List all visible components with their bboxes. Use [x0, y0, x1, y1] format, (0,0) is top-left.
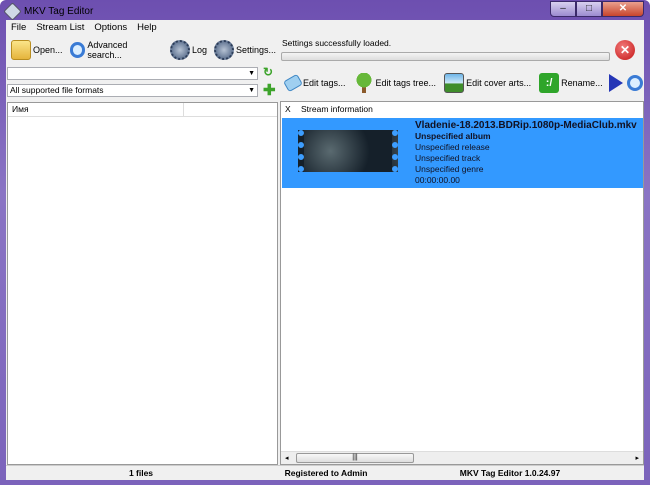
track: Unspecified track: [415, 153, 481, 163]
advanced-search-label: Advanced search...: [87, 39, 128, 60]
scroll-left-icon[interactable]: ◂: [285, 454, 289, 462]
tag-icon: [283, 73, 303, 93]
video-thumbnail: [298, 130, 398, 172]
edit-tags-tree-button[interactable]: Edit tags tree...: [352, 70, 439, 96]
edit-tags-button[interactable]: Edit tags...: [283, 70, 348, 96]
picture-icon: [444, 73, 465, 93]
path-combo[interactable]: ▼: [7, 67, 258, 80]
album: Unspecified album: [415, 131, 491, 141]
file-list[interactable]: Имя: [7, 102, 278, 465]
rename-label: Rename...: [561, 78, 603, 88]
stream-row[interactable]: Vladenie-18.2013.BDRip.1080p-MediaClub.m…: [282, 118, 643, 188]
stop-icon[interactable]: ✕: [615, 40, 635, 60]
magnifier-icon: [69, 41, 86, 58]
scroll-right-icon[interactable]: ▸: [635, 454, 639, 462]
log-gear-icon: [169, 39, 190, 60]
settings-button[interactable]: Settings...: [212, 37, 278, 63]
play-icon[interactable]: [608, 74, 623, 92]
column-header-name[interactable]: Имя: [8, 103, 184, 116]
gears-icon: [213, 39, 234, 60]
column-header-x[interactable]: X: [281, 102, 297, 116]
open-label: Open...: [33, 44, 63, 55]
horizontal-scrollbar[interactable]: ◂ ||| ▸: [281, 451, 643, 464]
stream-list[interactable]: X Stream information Vladenie-18.2013.BDR…: [280, 101, 644, 465]
genre: Unspecified genre: [415, 164, 484, 174]
column-header-stream-info[interactable]: Stream information: [297, 102, 373, 116]
rename-button[interactable]: :/Rename...: [537, 70, 605, 96]
format-filter-value: All supported file formats: [10, 85, 104, 95]
edit-cover-arts-button[interactable]: Edit cover arts...: [442, 70, 533, 96]
file-name: Vladenie-18.2013.BDRip.1080p-MediaClub.m…: [415, 120, 637, 131]
search-icon[interactable]: [626, 75, 643, 91]
stream-toolbar: Edit tags... Edit tags tree... Edit cove…: [280, 68, 644, 98]
status-bar: 1 files Registered to Admin MKV Tag Edit…: [6, 465, 644, 480]
log-label: Log: [191, 44, 207, 55]
chevron-down-icon[interactable]: ▼: [248, 85, 255, 96]
menu-stream-list[interactable]: Stream List: [31, 22, 89, 33]
progress-bar: [281, 52, 610, 61]
menu-help[interactable]: Help: [132, 22, 162, 33]
column-header-blank: [184, 103, 277, 116]
menu-bar: File Stream List Options Help: [6, 20, 644, 34]
log-button[interactable]: Log: [168, 37, 209, 63]
close-button[interactable]: ✕: [602, 1, 644, 17]
open-button[interactable]: Open...: [9, 37, 65, 63]
refresh-icon[interactable]: ↻: [263, 65, 273, 79]
menu-file[interactable]: File: [6, 22, 31, 33]
edit-tags-label: Edit tags...: [303, 78, 346, 88]
file-count: 1 files: [128, 468, 154, 478]
app-window: MKV Tag Editor – □ ✕ File Stream List Op…: [0, 0, 650, 485]
settings-label: Settings...: [235, 44, 276, 55]
rename-icon: :/: [539, 73, 560, 93]
edit-tags-tree-label: Edit tags tree...: [375, 78, 437, 88]
registration: Registered to Admin: [284, 468, 368, 478]
app-icon: [3, 1, 22, 21]
version: MKV Tag Editor 1.0.24.97: [459, 468, 561, 478]
minimize-button[interactable]: –: [550, 1, 576, 17]
tree-icon: [353, 73, 374, 93]
title-bar: MKV Tag Editor: [3, 1, 94, 21]
folder-icon: [11, 39, 31, 60]
scroll-thumb[interactable]: |||: [296, 453, 414, 463]
release: Unspecified release: [415, 142, 490, 152]
advanced-search-button[interactable]: Advanced search...: [68, 37, 165, 63]
add-icon[interactable]: ✚: [263, 81, 276, 99]
menu-options[interactable]: Options: [89, 22, 132, 33]
main-toolbar: Open... Advanced search... Log Settings.…: [6, 34, 278, 65]
window-title: MKV Tag Editor: [24, 5, 94, 17]
status-message: Settings successfully loaded.: [282, 38, 392, 48]
maximize-button[interactable]: □: [576, 1, 602, 17]
edit-cover-arts-label: Edit cover arts...: [466, 78, 532, 88]
chevron-down-icon[interactable]: ▼: [248, 68, 255, 79]
format-filter-combo[interactable]: All supported file formats ▼: [7, 84, 258, 97]
duration: 00:00:00.00: [415, 175, 460, 185]
